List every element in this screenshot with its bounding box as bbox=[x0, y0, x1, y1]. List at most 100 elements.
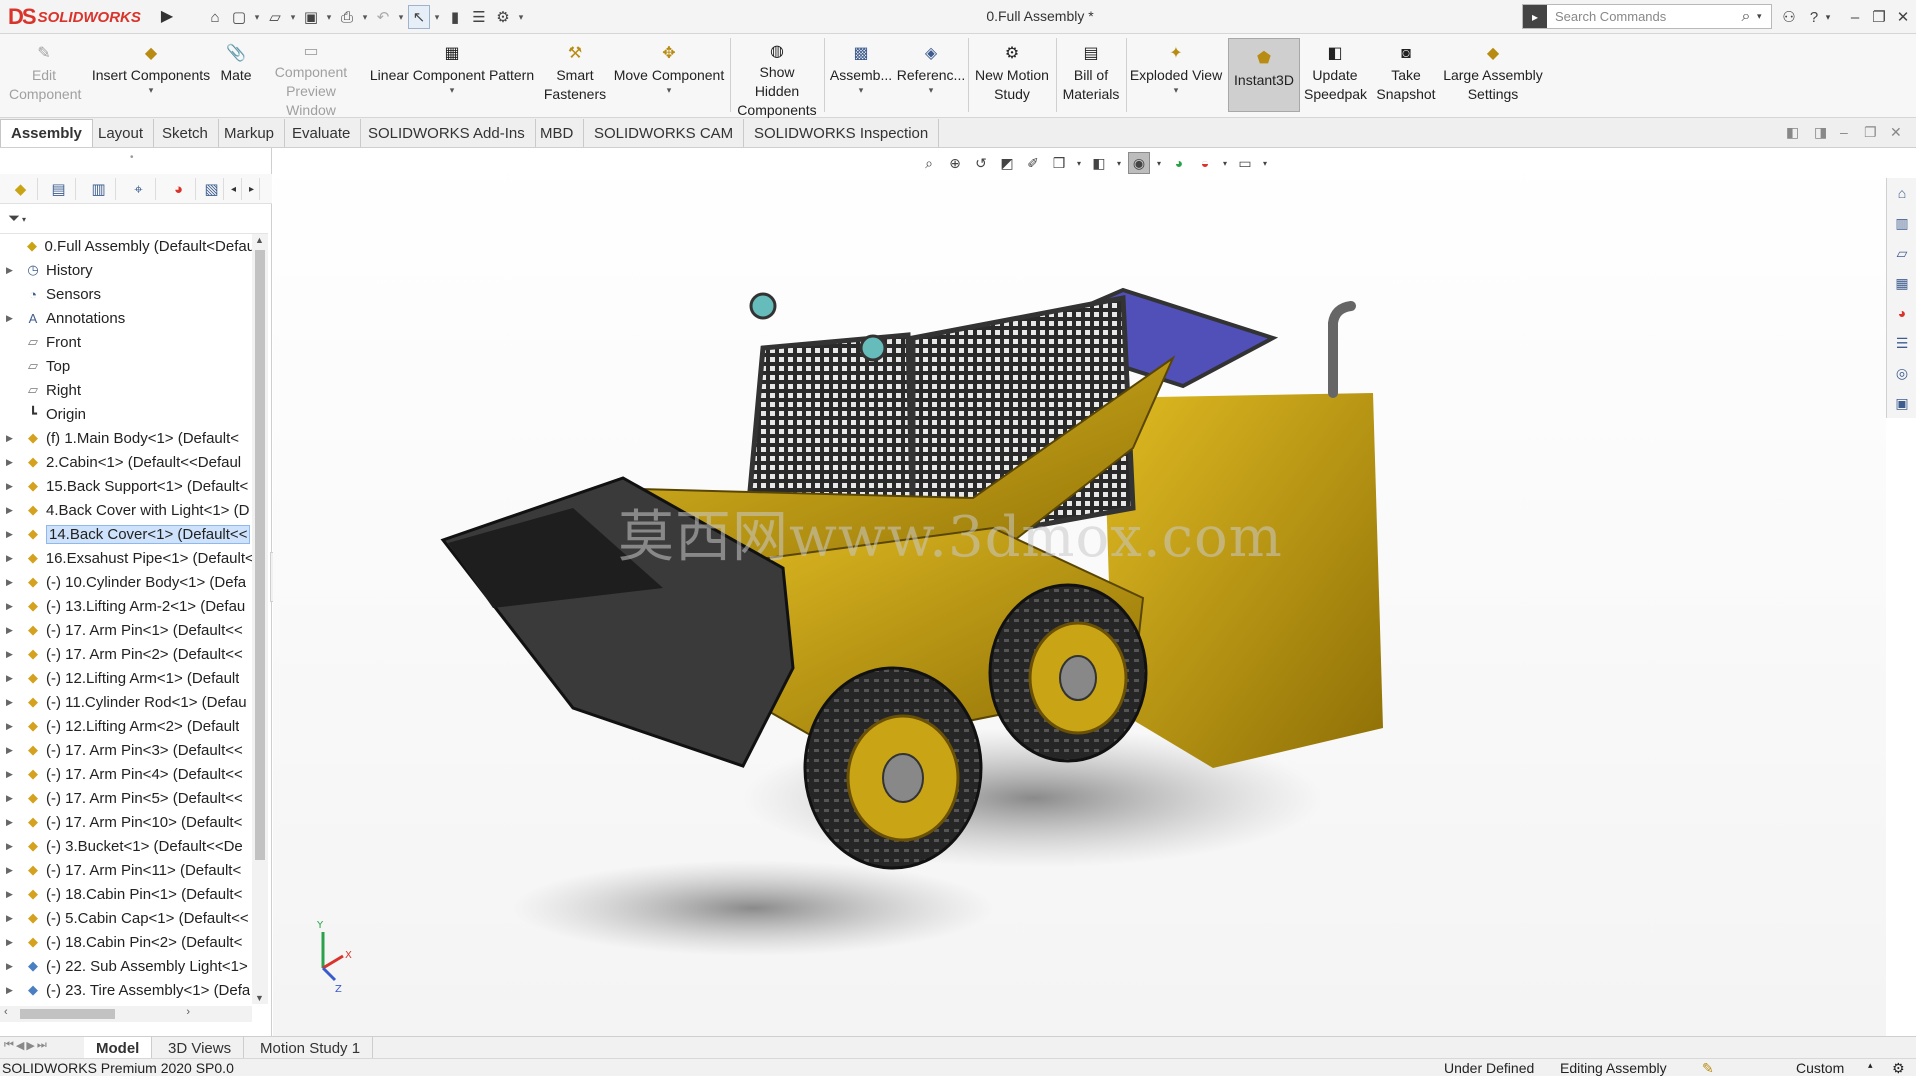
design-library-icon[interactable]: ▥ bbox=[1887, 208, 1916, 238]
tree-scroll-thumb[interactable] bbox=[255, 250, 265, 860]
rebuild-status-icon[interactable]: ✎ bbox=[1702, 1060, 1714, 1076]
tree-item[interactable]: ▶ ◆ (-) 17. Arm Pin<10> (Default< bbox=[0, 810, 252, 834]
tree-item[interactable]: ▶ ◆ 4.Back Cover with Light<1> (D bbox=[0, 498, 252, 522]
last-tab-icon[interactable]: ⏭ bbox=[37, 1039, 47, 1057]
undo-icon[interactable]: ↶ bbox=[372, 5, 394, 29]
tile-left-icon[interactable]: ◧ bbox=[1786, 124, 1799, 141]
expand-arrow-icon[interactable]: ▶ bbox=[6, 793, 18, 804]
tree-item[interactable]: ▶ ◆ 16.Exsahust Pipe<1> (Default< bbox=[0, 546, 252, 570]
help-dropdown-icon[interactable]: ▾ bbox=[1822, 6, 1834, 28]
tree-hscroll-thumb[interactable] bbox=[20, 1009, 115, 1019]
first-tab-icon[interactable]: ⏮ bbox=[4, 1039, 14, 1057]
doc-minimize-icon[interactable]: – bbox=[1840, 124, 1848, 140]
solidworks-resources-home-icon[interactable]: ⌂ bbox=[1887, 178, 1916, 208]
options-gear-icon[interactable]: ⚙ bbox=[492, 5, 514, 29]
view-orientation-icon[interactable]: ❒ bbox=[1048, 152, 1070, 174]
linear-pattern-dropdown-icon[interactable]: ▾ bbox=[450, 85, 455, 95]
print-dropdown-icon[interactable]: ▾ bbox=[360, 5, 370, 29]
display-manager-tab-icon[interactable]: ◕ bbox=[162, 178, 196, 200]
new-motion-study-button[interactable]: ⚙ New Motion Study bbox=[970, 34, 1054, 116]
display-style-dropdown-icon[interactable]: ▾ bbox=[1114, 152, 1124, 174]
tree-item[interactable]: ◔ Sensors bbox=[0, 282, 252, 306]
tab-markup[interactable]: Markup bbox=[214, 119, 286, 147]
linear-component-pattern-button[interactable]: ▦ Linear Component Pattern ▾ bbox=[366, 34, 538, 116]
show-hidden-components-button[interactable]: ◍ Show Hidden Components bbox=[734, 34, 820, 118]
expand-arrow-icon[interactable]: ▶ bbox=[6, 961, 18, 972]
scroll-up-icon[interactable]: ▲ bbox=[255, 235, 264, 245]
panel-grip-icon[interactable]: • bbox=[130, 152, 134, 163]
property-manager-tab-icon[interactable]: ▤ bbox=[42, 178, 76, 200]
take-snapshot-button[interactable]: ◙ Take Snapshot bbox=[1372, 34, 1440, 116]
tree-item[interactable]: ▱ Top bbox=[0, 354, 252, 378]
prev-tab-icon[interactable]: ◀ bbox=[16, 1039, 24, 1057]
expand-arrow-icon[interactable]: ▶ bbox=[6, 817, 18, 828]
new-dropdown-icon[interactable]: ▾ bbox=[252, 5, 262, 29]
tree-item[interactable]: ▶ ◆ (-) 17. Arm Pin<11> (Default< bbox=[0, 858, 252, 882]
tree-item[interactable]: ▶ ◆ (-) 17. Arm Pin<3> (Default<< bbox=[0, 738, 252, 762]
filter-funnel-icon[interactable]: ⏷ bbox=[8, 210, 20, 227]
tree-item[interactable]: ▶ ◆ (-) 3.Bucket<1> (Default<<De bbox=[0, 834, 252, 858]
exploded-view-button[interactable]: ✦ Exploded View ▾ bbox=[1128, 34, 1224, 116]
expand-arrow-icon[interactable]: ▶ bbox=[6, 529, 18, 540]
expand-arrow-icon[interactable]: ▶ bbox=[6, 457, 18, 468]
assembly-features-dropdown-icon[interactable]: ▾ bbox=[859, 85, 864, 95]
section-view-icon[interactable]: ◩ bbox=[996, 152, 1018, 174]
open-folder-icon[interactable]: ▱ bbox=[264, 5, 286, 29]
tree-item[interactable]: ▶ ◆ (-) 11.Cylinder Rod<1> (Defau bbox=[0, 690, 252, 714]
graphics-area[interactable]: Y X Z bbox=[273, 148, 1886, 1036]
view-settings-dropdown-icon[interactable]: ▾ bbox=[1260, 152, 1270, 174]
insert-components-button[interactable]: ◆ Insert Components ▾ bbox=[88, 34, 214, 116]
expand-arrow-icon[interactable]: ▶ bbox=[6, 265, 18, 276]
tree-item[interactable]: ▶ ◆ 15.Back Support<1> (Default< bbox=[0, 474, 252, 498]
tree-item[interactable]: ▶ A Annotations bbox=[0, 306, 252, 330]
tree-root-item[interactable]: ◆ 0.Full Assembly (Default<Default bbox=[0, 234, 252, 258]
mate-button[interactable]: 📎 Mate bbox=[214, 34, 258, 116]
bill-of-materials-button[interactable]: ▤ Bill of Materials bbox=[1058, 34, 1124, 116]
tab-evaluate[interactable]: Evaluate bbox=[282, 119, 362, 147]
search-dropdown-icon[interactable]: ▾ bbox=[1757, 11, 1771, 22]
tree-item[interactable]: ▶ ◆ (-) 17. Arm Pin<5> (Default<< bbox=[0, 786, 252, 810]
configuration-manager-tab-icon[interactable]: ▥ bbox=[82, 178, 116, 200]
smart-fasteners-button[interactable]: ⚒ Smart Fasteners bbox=[538, 34, 612, 116]
view-palette-icon[interactable]: ▦ bbox=[1887, 268, 1916, 298]
tree-item[interactable]: ▶ ◆ (-) 13.Lifting Arm-2<1> (Defau bbox=[0, 594, 252, 618]
tree-item[interactable]: ▶ ◆ (-) 12.Lifting Arm<2> (Default bbox=[0, 714, 252, 738]
tree-item[interactable]: ┗ Origin bbox=[0, 402, 252, 426]
expand-arrow-icon[interactable]: ▶ bbox=[6, 841, 18, 852]
expand-arrow-icon[interactable]: ▶ bbox=[6, 697, 18, 708]
hide-show-items-icon[interactable]: ◉ bbox=[1128, 152, 1150, 174]
tab-3d-views[interactable]: 3D Views bbox=[156, 1037, 245, 1059]
new-document-icon[interactable]: ▢ bbox=[228, 5, 250, 29]
tree-vertical-scrollbar[interactable]: ▲ ▼ bbox=[252, 234, 268, 1004]
insert-components-dropdown-icon[interactable]: ▾ bbox=[149, 85, 154, 95]
tab-solidworks-add-ins[interactable]: SOLIDWORKS Add-Ins bbox=[358, 119, 536, 147]
tree-item[interactable]: ▱ Right bbox=[0, 378, 252, 402]
tree-item[interactable]: ▶ ◆ (-) 17. Arm Pin<1> (Default<< bbox=[0, 618, 252, 642]
view-settings-icon[interactable]: ▭ bbox=[1234, 152, 1256, 174]
tab-solidworks-cam[interactable]: SOLIDWORKS CAM bbox=[584, 119, 745, 147]
restore-icon[interactable]: ❐ bbox=[1868, 6, 1890, 28]
home-icon[interactable]: ⌂ bbox=[204, 5, 226, 29]
search-input[interactable]: Search Commands bbox=[1547, 9, 1735, 24]
options-dropdown-icon[interactable]: ▾ bbox=[516, 5, 526, 29]
tree-item[interactable]: ▶ ◆ 14.Back Cover<1> (Default<< bbox=[0, 522, 252, 546]
tree-item[interactable]: ▶ ◷ History bbox=[0, 258, 252, 282]
tree-horizontal-scrollbar[interactable]: ‹ › bbox=[0, 1006, 252, 1022]
tree-item[interactable]: ▶ ◆ (-) 22. Sub Assembly Light<1> bbox=[0, 954, 252, 978]
view-orientation-dropdown-icon[interactable]: ▾ bbox=[1074, 152, 1084, 174]
expand-arrow-icon[interactable]: ▶ bbox=[6, 937, 18, 948]
edit-component-button[interactable]: ✎ Edit Component bbox=[4, 34, 84, 116]
tree-filter[interactable]: ⏷ ▾ bbox=[0, 204, 268, 234]
apply-scene-dropdown-icon[interactable]: ▾ bbox=[1220, 152, 1230, 174]
tree-item[interactable]: ▶ ◆ (f) 1.Main Body<1> (Default< bbox=[0, 426, 252, 450]
reference-geometry-dropdown-icon[interactable]: ▾ bbox=[929, 85, 934, 95]
save-icon[interactable]: ▣ bbox=[300, 5, 322, 29]
expand-arrow-icon[interactable]: ▶ bbox=[6, 505, 18, 516]
tile-right-icon[interactable]: ◨ bbox=[1814, 124, 1827, 141]
tab-solidworks-inspection[interactable]: SOLIDWORKS Inspection bbox=[744, 119, 940, 147]
expand-arrow-icon[interactable]: ▶ bbox=[6, 577, 18, 588]
expand-arrow-icon[interactable]: ▶ bbox=[6, 433, 18, 444]
tab-mbd[interactable]: MBD bbox=[530, 119, 585, 147]
tab-motion-study-1[interactable]: Motion Study 1 bbox=[248, 1037, 374, 1059]
expand-arrow-icon[interactable]: ▶ bbox=[6, 313, 18, 324]
